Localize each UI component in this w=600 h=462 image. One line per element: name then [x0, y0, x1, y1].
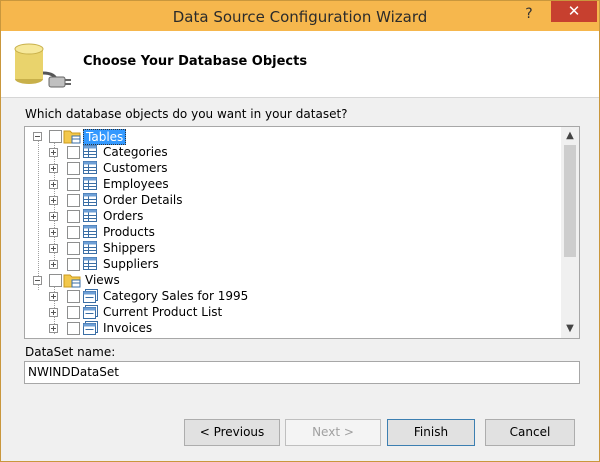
help-button[interactable]: ?	[517, 4, 541, 24]
object-label[interactable]: Current Product List	[103, 305, 222, 319]
view-icon	[83, 321, 98, 335]
close-button[interactable]: ✕	[551, 1, 597, 22]
expand-toggle[interactable]	[49, 180, 58, 189]
table-icon	[83, 209, 97, 222]
database-plug-icon	[14, 43, 71, 88]
table-icon	[83, 193, 97, 206]
expand-toggle[interactable]	[49, 292, 58, 301]
object-label[interactable]: Order Details	[103, 193, 183, 207]
expand-toggle[interactable]	[49, 148, 58, 157]
object-label[interactable]: Invoices	[103, 321, 152, 335]
expand-toggle[interactable]	[49, 164, 58, 173]
finish-button[interactable]: Finish	[387, 419, 475, 446]
wizard-header: Choose Your Database Objects	[1, 31, 599, 97]
tables-label[interactable]: Tables	[83, 129, 127, 145]
expand-toggle[interactable]	[49, 324, 58, 333]
object-checkbox[interactable]	[67, 210, 80, 223]
object-label[interactable]: Shippers	[103, 241, 155, 255]
view-icon	[83, 289, 98, 303]
object-checkbox[interactable]	[67, 306, 80, 319]
expand-toggle[interactable]	[49, 212, 58, 221]
objects-prompt: Which database objects do you want in yo…	[25, 107, 348, 121]
tree-node-table-1[interactable]: Customers	[25, 160, 555, 176]
page-title: Choose Your Database Objects	[83, 54, 308, 69]
wizard-window: Data Source Configuration Wizard ? ✕ Cho…	[0, 0, 600, 462]
object-label[interactable]: Employees	[103, 177, 169, 191]
table-icon	[83, 161, 97, 174]
expand-toggle[interactable]	[49, 196, 58, 205]
tree-node-table-0[interactable]: Categories	[25, 144, 555, 160]
tree-node-view-0[interactable]: Category Sales for 1995	[25, 288, 555, 304]
scroll-thumb[interactable]	[564, 145, 576, 257]
folder-icon	[63, 274, 81, 288]
object-label[interactable]: Orders	[103, 209, 143, 223]
tree-node-table-6[interactable]: Shippers	[25, 240, 555, 256]
object-checkbox[interactable]	[67, 322, 80, 335]
scroll-down-arrow[interactable]: ▼	[561, 320, 579, 337]
view-icon	[83, 305, 98, 319]
cancel-button[interactable]: Cancel	[485, 419, 575, 446]
expand-toggle[interactable]	[49, 308, 58, 317]
tree-node-view-1[interactable]: Current Product List	[25, 304, 555, 320]
object-label[interactable]: Suppliers	[103, 257, 159, 271]
object-label[interactable]: Category Sales for 1995	[103, 289, 248, 303]
object-checkbox[interactable]	[67, 242, 80, 255]
table-icon	[83, 241, 97, 254]
tables-checkbox[interactable]	[49, 130, 62, 143]
object-label[interactable]: Customers	[103, 161, 168, 175]
object-checkbox[interactable]	[67, 146, 80, 159]
collapse-toggle[interactable]	[33, 132, 42, 141]
table-icon	[83, 257, 97, 270]
object-checkbox[interactable]	[67, 226, 80, 239]
expand-toggle[interactable]	[49, 228, 58, 237]
object-checkbox[interactable]	[67, 178, 80, 191]
table-icon	[83, 177, 97, 190]
expand-toggle[interactable]	[49, 244, 58, 253]
tree-node-table-2[interactable]: Employees	[25, 176, 555, 192]
collapse-toggle[interactable]	[33, 276, 42, 285]
object-checkbox[interactable]	[67, 162, 80, 175]
expand-toggle[interactable]	[49, 260, 58, 269]
dataset-name-label: DataSet name:	[25, 345, 116, 359]
table-icon	[83, 225, 97, 238]
object-label[interactable]: Categories	[103, 145, 168, 159]
tree-node-table-3[interactable]: Order Details	[25, 192, 555, 208]
tree-node-table-5[interactable]: Products	[25, 224, 555, 240]
tree-node-view-2[interactable]: Invoices	[25, 320, 555, 336]
title-bar[interactable]: Data Source Configuration Wizard ? ✕	[1, 1, 599, 31]
views-checkbox[interactable]	[49, 274, 62, 287]
next-button[interactable]: Next >	[285, 419, 381, 446]
tree-node-table-7[interactable]: Suppliers	[25, 256, 555, 272]
folder-icon	[63, 130, 81, 144]
scroll-up-arrow[interactable]: ▲	[561, 127, 579, 144]
tree-node-views[interactable]: Views	[25, 272, 555, 288]
tree-scrollbar[interactable]: ▲ ▼	[561, 127, 579, 338]
window-title: Data Source Configuration Wizard	[172, 8, 428, 26]
views-label[interactable]: Views	[85, 273, 120, 287]
tree-node-table-4[interactable]: Orders	[25, 208, 555, 224]
table-icon	[83, 145, 97, 158]
object-checkbox[interactable]	[67, 194, 80, 207]
header-divider	[1, 97, 599, 98]
tree-node-tables[interactable]: Tables	[25, 128, 555, 145]
object-label[interactable]: Products	[103, 225, 155, 239]
object-checkbox[interactable]	[67, 258, 80, 271]
object-checkbox[interactable]	[67, 290, 80, 303]
previous-button[interactable]: < Previous	[184, 419, 280, 446]
dataset-name-input[interactable]	[24, 361, 580, 384]
database-objects-tree[interactable]: Tables Categories Customers Employees Order…	[24, 126, 580, 339]
